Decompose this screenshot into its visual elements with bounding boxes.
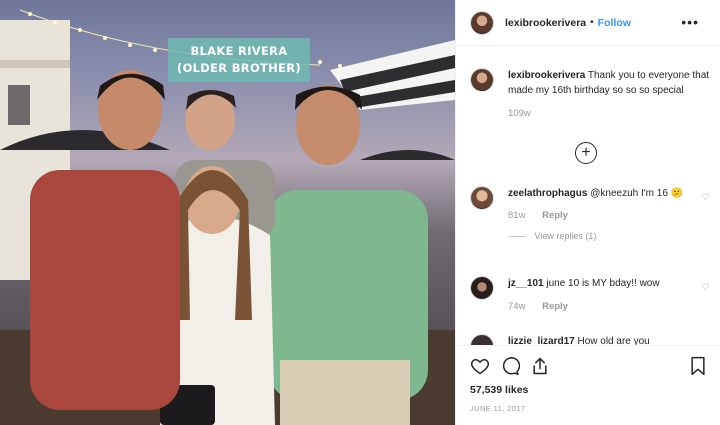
share-icon[interactable] [530, 356, 550, 376]
avatar[interactable] [470, 276, 494, 300]
follow-button[interactable]: Follow [598, 17, 631, 29]
plus-circle-icon[interactable]: + [575, 142, 597, 164]
comment-age[interactable]: 74w [508, 301, 525, 312]
comment-text: june 10 is MY bday!! wow [546, 278, 660, 289]
caption-username[interactable]: lexibrookerivera [508, 70, 585, 81]
post-header: lexibrookerivera • Follow ••• [456, 0, 720, 46]
heart-icon[interactable]: ♡ [701, 192, 710, 203]
header-separator: • [590, 17, 594, 28]
view-replies-link[interactable]: View replies (1) [535, 231, 597, 241]
heart-icon[interactable] [470, 356, 490, 376]
more-icon[interactable]: ••• [681, 14, 699, 30]
post-photo[interactable]: BLAKE RIVERA (OLDER BROTHER) [0, 0, 455, 425]
comment-username[interactable]: jz__101 [508, 278, 544, 289]
reply-button[interactable]: Reply [542, 210, 568, 221]
likes-count[interactable]: 57,539 likes [470, 384, 528, 396]
comment-text: How old are you [577, 336, 650, 345]
avatar[interactable] [470, 10, 494, 35]
comment-text: @kneezuh I'm 16 😕 [590, 188, 684, 199]
action-bar: 57,539 likes JUNE 11, 2017 [456, 345, 720, 425]
reply-button[interactable]: Reply [542, 301, 568, 312]
list-item: lizzie_lizard17 How old are you [470, 334, 710, 345]
caption-age[interactable]: 109w [508, 108, 531, 119]
comment-username[interactable]: lizzie_lizard17 [508, 336, 575, 345]
avatar[interactable] [470, 68, 494, 92]
comment-username[interactable]: zeelathrophagus [508, 188, 587, 199]
name-caption: BLAKE RIVERA (OLDER BROTHER) [168, 38, 310, 82]
list-item: jz__101 june 10 is MY bday!! wow ♡ 74w R… [470, 276, 710, 312]
header-username[interactable]: lexibrookerivera [505, 17, 586, 29]
comment-icon[interactable] [500, 356, 520, 376]
heart-icon[interactable]: ♡ [701, 282, 710, 293]
caption-relation: (OLDER BROTHER) [177, 61, 301, 75]
caption-name: BLAKE RIVERA [190, 44, 288, 58]
avatar[interactable] [470, 334, 494, 345]
list-item: zeelathrophagus @kneezuh I'm 16 😕 ♡ 81w … [470, 186, 710, 241]
post-date: JUNE 11, 2017 [470, 404, 526, 413]
bookmark-icon[interactable] [689, 356, 707, 376]
comment-age[interactable]: 81w [508, 210, 525, 221]
post-caption: lexibrookerivera Thank you to everyone t… [470, 68, 710, 119]
avatar[interactable] [470, 186, 494, 210]
post-sidebar: lexibrookerivera • Follow ••• lexibrooke… [455, 0, 720, 425]
